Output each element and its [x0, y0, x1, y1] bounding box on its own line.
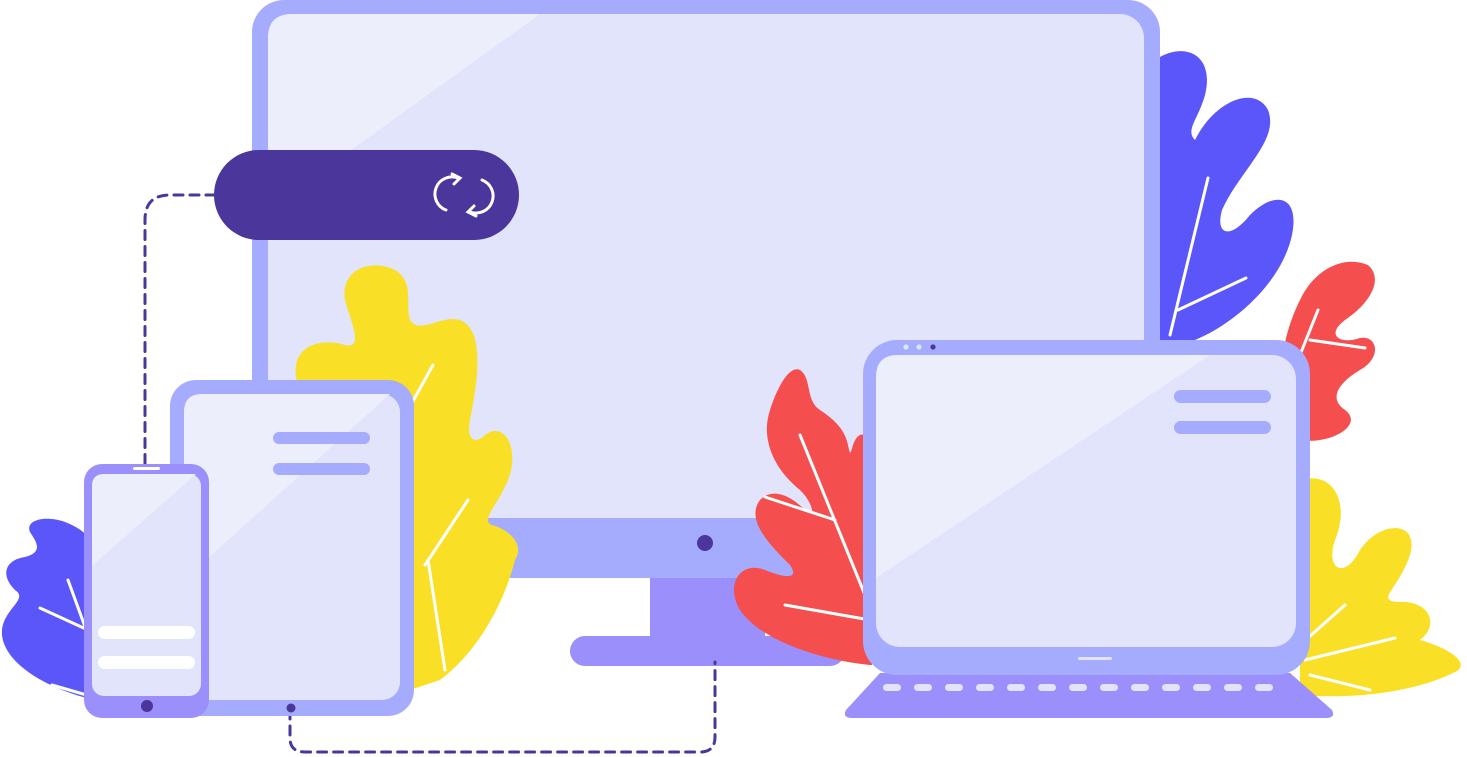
tablet-content-line-2: [273, 463, 370, 475]
laptop-camera-dot-2: [916, 344, 922, 350]
phone-content-line-1: [98, 626, 195, 639]
laptop-camera-dot-3: [930, 344, 936, 350]
multi-device-sync-illustration: [1, 0, 1461, 754]
phone-home-button: [141, 700, 153, 712]
laptop-content-line-1: [1174, 390, 1271, 403]
laptop-content-line-2: [1174, 421, 1271, 434]
phone-speaker: [133, 467, 160, 470]
sync-bar[interactable]: [214, 150, 519, 240]
tablet-home-dot: [286, 703, 296, 713]
tablet-content-line-1: [273, 432, 370, 444]
phone-content-line-2: [98, 656, 195, 669]
laptop-keyboard-base: [844, 673, 1334, 718]
smartphone: [84, 464, 209, 718]
laptop-hinge-mark: [1078, 657, 1112, 660]
laptop-camera-dot-1: [903, 344, 909, 350]
laptop: [844, 340, 1334, 718]
blue-leaf-right: [1155, 51, 1294, 345]
yellow-leaf-right: [1298, 478, 1461, 697]
monitor-power-dot: [697, 535, 713, 551]
